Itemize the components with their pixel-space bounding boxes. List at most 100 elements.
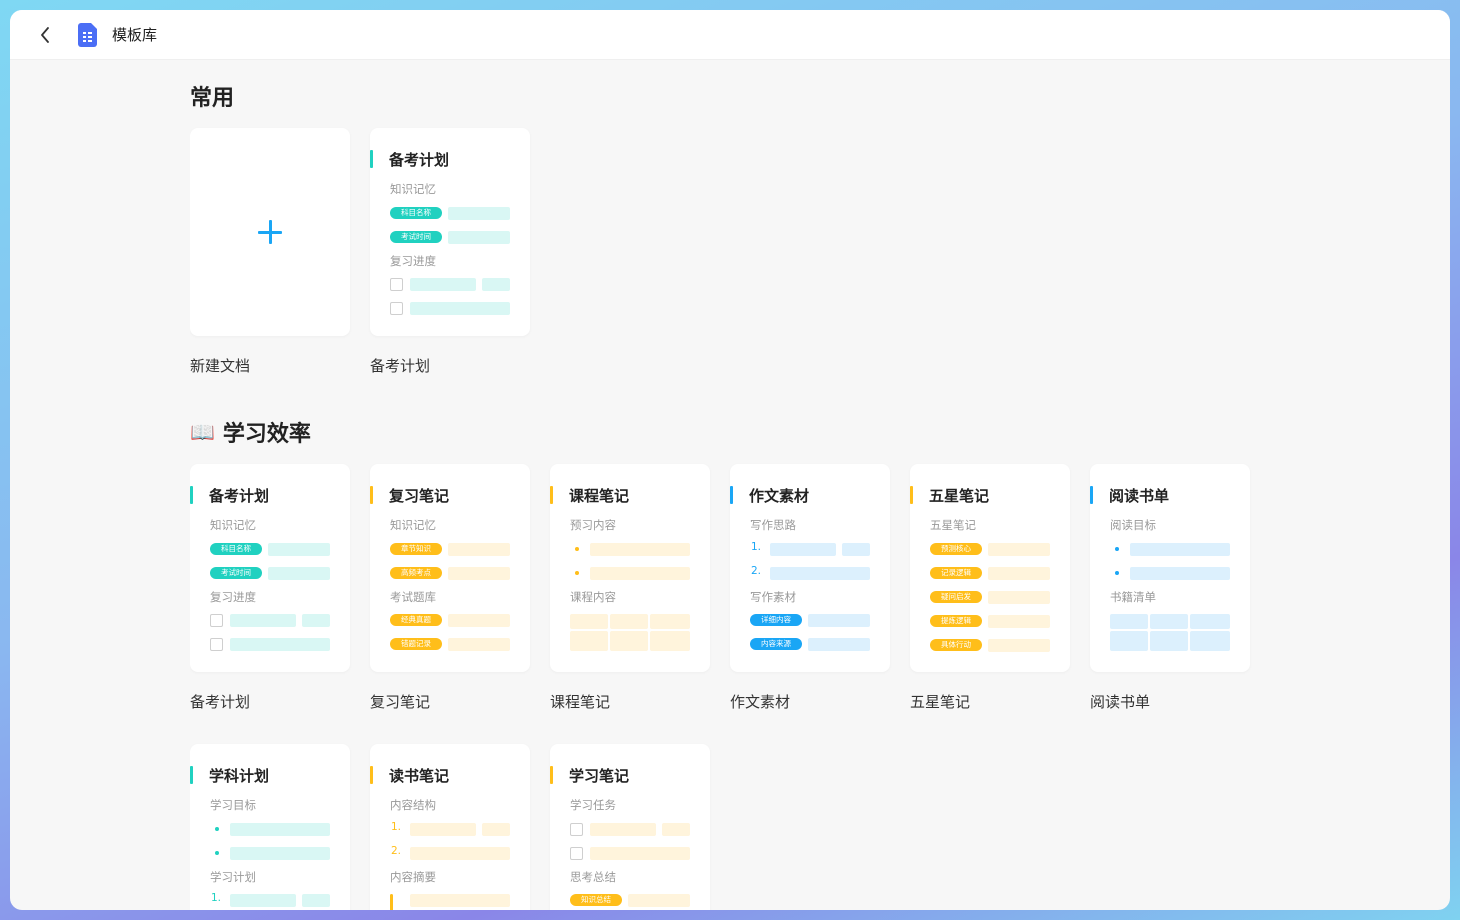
chevron-left-icon [41, 26, 49, 43]
list-number: 1. [211, 892, 222, 904]
card-subheading: 知识记忆 [390, 518, 436, 532]
card-label: 备考计划 [190, 693, 251, 711]
bullet-icon [575, 547, 579, 551]
template-card-reading-list[interactable]: 阅读书单 阅读目标 书籍清单 [1090, 464, 1250, 672]
card-subheading: 课程内容 [570, 590, 616, 604]
placeholder-block [230, 823, 330, 836]
placeholder-block [268, 543, 330, 556]
tag-pill: 疑问启发 [930, 591, 982, 603]
tag-pill: 科目名称 [390, 207, 442, 219]
placeholder-block [482, 823, 510, 836]
accent-bar [730, 486, 733, 504]
tag-pill: 提炼逻辑 [930, 615, 982, 627]
tag-pill: 记录逻辑 [930, 567, 982, 579]
accent-bar [370, 766, 373, 784]
card-title: 备考计划 [389, 151, 450, 169]
section-title-common: 常用 [190, 80, 234, 112]
accent-bar [550, 766, 553, 784]
back-button[interactable] [33, 23, 57, 47]
tag-pill: 知识总结 [570, 894, 622, 906]
placeholder-block [482, 278, 510, 291]
placeholder-block [770, 543, 836, 556]
placeholder-block [628, 894, 690, 907]
placeholder-block [808, 614, 870, 627]
placeholder-block [448, 543, 510, 556]
card-subheading: 内容摘要 [390, 870, 436, 884]
template-card-exam-plan-common[interactable]: 备考计划 知识记忆 科目名称 考试时间 复习进度 [370, 128, 530, 336]
placeholder-block [448, 231, 510, 244]
card-title: 作文素材 [749, 487, 810, 505]
section-title-common-text: 常用 [190, 86, 235, 111]
new-document-card[interactable] [190, 128, 350, 336]
card-title: 学科计划 [209, 767, 270, 785]
placeholder-block [988, 543, 1050, 556]
placeholder-block [230, 894, 296, 907]
placeholder-block [448, 567, 510, 580]
accent-bar [1090, 486, 1093, 504]
placeholder-block [662, 823, 690, 836]
table-cell [1190, 614, 1230, 629]
card-subheading: 学习计划 [210, 870, 256, 884]
card-subheading: 预习内容 [570, 518, 616, 532]
table-cell [610, 631, 648, 651]
card-title: 阅读书单 [1109, 487, 1170, 505]
bullet-icon [215, 827, 219, 831]
card-subheading: 复习进度 [210, 590, 256, 604]
placeholder-block [988, 639, 1050, 652]
placeholder-block [230, 847, 330, 860]
card-subheading: 学习任务 [570, 798, 616, 812]
card-subheading: 思考总结 [570, 870, 616, 884]
table-cell [650, 631, 690, 651]
tag-pill: 错题记录 [390, 638, 442, 650]
table-cell [1150, 614, 1188, 629]
placeholder-block [770, 567, 870, 580]
checkbox-icon [390, 302, 403, 315]
placeholder-block [410, 278, 476, 291]
accent-bar [190, 766, 193, 784]
template-card-exam-plan[interactable]: 备考计划 知识记忆 科目名称 考试时间 复习进度 [190, 464, 350, 672]
template-card-course-notes[interactable]: 课程笔记 预习内容 课程内容 [550, 464, 710, 672]
template-library: 常用 新建文档 备考计划 知识记忆 科目名称 考试时间 复习进度 备考计划 📖 [190, 60, 1430, 910]
placeholder-block [410, 894, 510, 907]
document-icon [78, 22, 97, 47]
card-label: 复习笔记 [370, 693, 431, 711]
section-title-study: 📖 学习效率 [190, 416, 311, 448]
bullet-icon [575, 571, 579, 575]
new-document-label: 新建文档 [190, 357, 251, 375]
title-bar: 模板库 [10, 10, 1450, 60]
bullet-icon [215, 851, 219, 855]
tag-pill: 高频考点 [390, 567, 442, 579]
table-cell [1150, 631, 1188, 651]
list-number: 1. [391, 821, 402, 833]
card-title: 复习笔记 [389, 487, 450, 505]
placeholder-block [1130, 543, 1230, 556]
placeholder-block [410, 847, 510, 860]
card-label: 作文素材 [730, 693, 791, 711]
list-number: 2. [391, 845, 402, 857]
placeholder-block [1130, 567, 1230, 580]
card-title: 读书笔记 [389, 767, 450, 785]
tag-pill: 经典真题 [390, 614, 442, 626]
card-subheading: 知识记忆 [390, 182, 436, 196]
template-card-subject-plan[interactable]: 学科计划 学习目标 学习计划 1. [190, 744, 350, 910]
placeholder-block [590, 543, 690, 556]
placeholder-block [448, 207, 510, 220]
placeholder-block [410, 823, 476, 836]
accent-bar [550, 486, 553, 504]
template-card-essay-material[interactable]: 作文素材 写作思路 1. 2. 写作素材 详细内容 内容来源 [730, 464, 890, 672]
template-card-study-notes[interactable]: 学习笔记 学习任务 思考总结 知识总结 [550, 744, 710, 910]
table-cell [570, 614, 608, 629]
checkbox-icon [570, 847, 583, 860]
card-label: 五星笔记 [910, 693, 971, 711]
card-subheading: 考试题库 [390, 590, 436, 604]
placeholder-block [268, 567, 330, 580]
template-card-five-star-notes[interactable]: 五星笔记 五星笔记 预测核心 记录逻辑 疑问启发 提炼逻辑 具体行动 [910, 464, 1070, 672]
accent-bar [370, 486, 373, 504]
card-title: 学习笔记 [569, 767, 630, 785]
window-title: 模板库 [112, 26, 158, 44]
card-subheading: 知识记忆 [210, 518, 256, 532]
table-cell [610, 614, 648, 629]
tag-pill: 科目名称 [210, 543, 262, 555]
template-card-review-notes[interactable]: 复习笔记 知识记忆 章节知识 高频考点 考试题库 经典真题 错题记录 [370, 464, 530, 672]
template-card-book-notes[interactable]: 读书笔记 内容结构 1. 2. 内容摘要 [370, 744, 530, 910]
